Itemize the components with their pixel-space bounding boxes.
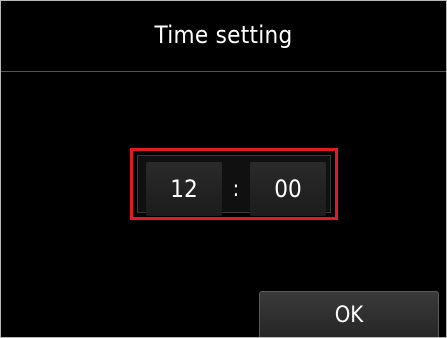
page-title: Time setting bbox=[154, 21, 293, 49]
title-divider bbox=[1, 71, 446, 72]
printer-lcd-screen: Time setting 12 : 00 OK bbox=[1, 1, 446, 337]
minutes-field[interactable]: 00 bbox=[250, 162, 326, 216]
time-input-group[interactable]: 12 : 00 bbox=[130, 148, 338, 220]
time-input-inner: 12 : 00 bbox=[137, 155, 331, 216]
ok-button-label: OK bbox=[334, 303, 364, 328]
hours-field[interactable]: 12 bbox=[146, 162, 222, 216]
ok-button[interactable]: OK bbox=[259, 291, 439, 337]
time-separator: : bbox=[232, 176, 240, 202]
title-bar: Time setting bbox=[1, 1, 446, 71]
